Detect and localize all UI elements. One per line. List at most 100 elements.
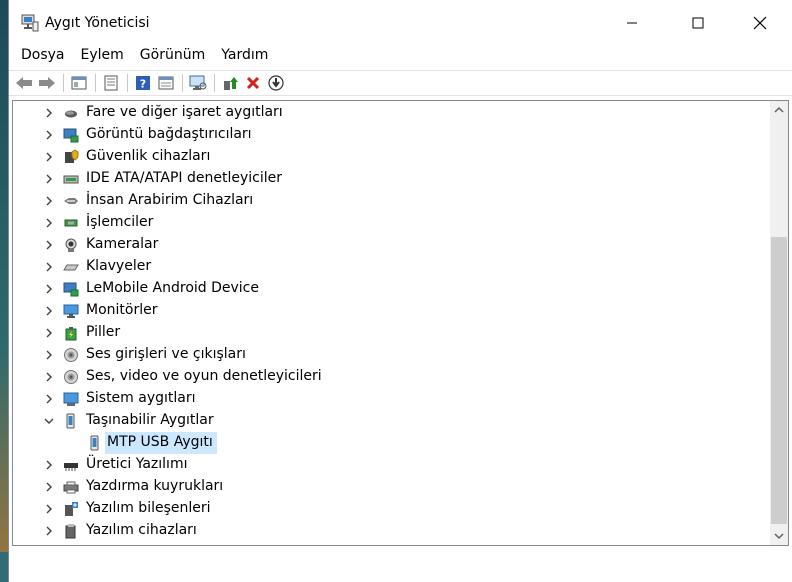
chevron-right-icon[interactable] [43,217,55,229]
maximize-button[interactable] [675,0,721,46]
view-button[interactable] [155,72,177,94]
chevron-right-icon[interactable] [43,107,55,119]
chevron-right-icon[interactable] [43,481,55,493]
tree-category-item[interactable]: Üretici Yazılımı [13,454,765,476]
chevron-right-icon[interactable] [43,239,55,251]
menu-view[interactable]: Görünüm [134,46,211,68]
tree-category-item[interactable]: İnsan Arabirim Cihazları [13,190,765,212]
tree-item-label: Yazılım cihazları [86,522,197,538]
scroll-up-button[interactable] [770,101,788,119]
tree-category-item[interactable]: Görüntü bağdaştırıcıları [13,124,765,146]
device-manager-window: Aygıt Yöneticisi Dosya Eylem Görünüm Yar… [8,0,792,582]
tree-category-item[interactable]: Piller [13,322,765,344]
tree-item-label: Sistem aygıtları [86,390,196,406]
chevron-right-icon[interactable] [43,525,55,537]
chevron-right-icon[interactable] [43,283,55,295]
window-title: Aygıt Yöneticisi [45,15,150,31]
tree-category-item[interactable]: Taşınabilir Aygıtlar [13,410,765,432]
scan-hardware-button[interactable] [187,72,209,94]
uninstall-icon [246,76,260,90]
chevron-right-icon[interactable] [43,261,55,273]
toolbar-separator [214,74,215,92]
monitor-icon [63,304,79,318]
android-device-icon [63,282,79,297]
toolbar-separator [127,74,128,92]
properties-icon [104,75,118,91]
tree-category-item[interactable]: Kameralar [13,234,765,256]
menu-help[interactable]: Yardım [215,46,274,68]
chevron-right-icon[interactable] [43,459,55,471]
disable-device-button[interactable] [265,72,287,94]
chevron-right-icon[interactable] [43,305,55,317]
chevron-up-icon [774,106,784,113]
tree-item-label: LeMobile Android Device [86,280,259,296]
tree-child-item[interactable]: MTP USB Aygıtı [13,432,765,454]
chevron-right-icon[interactable] [43,393,55,405]
tree-category-item[interactable]: Yazılım cihazları [13,520,765,542]
tree-category-item[interactable]: LeMobile Android Device [13,278,765,300]
tree-item-label: Yazılım bileşenleri [86,500,211,516]
tree-category-item[interactable]: Monitörler [13,300,765,322]
back-icon [16,77,32,89]
chevron-right-icon[interactable] [43,151,55,163]
close-button[interactable] [737,0,783,46]
tree-category-item[interactable]: Güvenlik cihazları [13,146,765,168]
portable-device-icon [66,413,75,429]
chevron-right-icon[interactable] [43,349,55,361]
tree-item-label: Görüntü bağdaştırıcıları [86,126,252,142]
toolbar-separator [182,74,183,92]
processor-icon [64,219,78,227]
update-driver-button[interactable] [219,72,241,94]
chevron-down-icon[interactable] [43,415,55,427]
minimize-icon [627,22,637,24]
vertical-scrollbar[interactable] [770,101,788,545]
tree-item-label: MTP USB Aygıtı [107,434,213,450]
chevron-right-icon[interactable] [43,327,55,339]
uninstall-button[interactable] [242,72,264,94]
chevron-right-icon[interactable] [43,371,55,383]
back-button[interactable] [13,72,35,94]
forward-button[interactable] [36,72,58,94]
scroll-down-button[interactable] [770,527,788,545]
minimize-button[interactable] [609,0,655,46]
tree-category-item[interactable]: Yazılım bileşenleri [13,498,765,520]
monitor-icon [189,75,207,90]
tree-category-item[interactable]: Ses, video ve oyun denetleyicileri [13,366,765,388]
tree-item-label: İnsan Arabirim Cihazları [86,192,254,208]
firmware-icon [64,463,78,471]
tree-category-item[interactable]: Sistem aygıtları [13,388,765,410]
tree-category-item[interactable]: Fare ve diğer işaret aygıtları [13,102,765,124]
help-icon: ? [136,76,150,91]
device-tree[interactable]: Fare ve diğer işaret aygıtları Görüntü ba… [12,100,789,546]
tree-category-item[interactable]: İşlemciler [13,212,765,234]
chevron-right-icon[interactable] [43,173,55,185]
chevron-right-icon[interactable] [43,195,55,207]
console-tree-button[interactable] [68,72,90,94]
display-adapter-icon [63,128,79,143]
print-queue-icon [63,481,79,494]
svg-text:?: ? [140,78,146,91]
scrollbar-thumb[interactable] [771,237,787,524]
tree-category-item[interactable]: Ses girişleri ve çıkışları [13,344,765,366]
menu-file[interactable]: Dosya [15,46,71,68]
toolbar-separator [63,74,64,92]
chevron-right-icon[interactable] [43,503,55,515]
tree-item-label: Güvenlik cihazları [86,148,211,164]
tree-item-label: Monitörler [86,302,158,318]
device-manager-app-icon [21,14,39,32]
tree-item-label: IDE ATA/ATAPI denetleyiciler [86,170,283,186]
phone-icon [90,435,99,451]
tree-category-item[interactable]: Yazdırma kuyrukları [13,476,765,498]
tree-category-item[interactable]: Klavyeler [13,256,765,278]
tree-item-label: Klavyeler [86,258,152,274]
chevron-right-icon[interactable] [43,129,55,141]
tree-item-label: Piller [86,324,121,340]
properties-button[interactable] [100,72,122,94]
software-component-icon [65,502,78,516]
tree-category-item[interactable]: IDE ATA/ATAPI denetleyiciler [13,168,765,190]
menu-action[interactable]: Eylem [75,46,130,68]
keyboard-icon [63,264,79,271]
help-button[interactable]: ? [132,72,154,94]
tree-item-label: Yazdırma kuyrukları [86,478,224,494]
toolbar: ? [9,70,792,96]
